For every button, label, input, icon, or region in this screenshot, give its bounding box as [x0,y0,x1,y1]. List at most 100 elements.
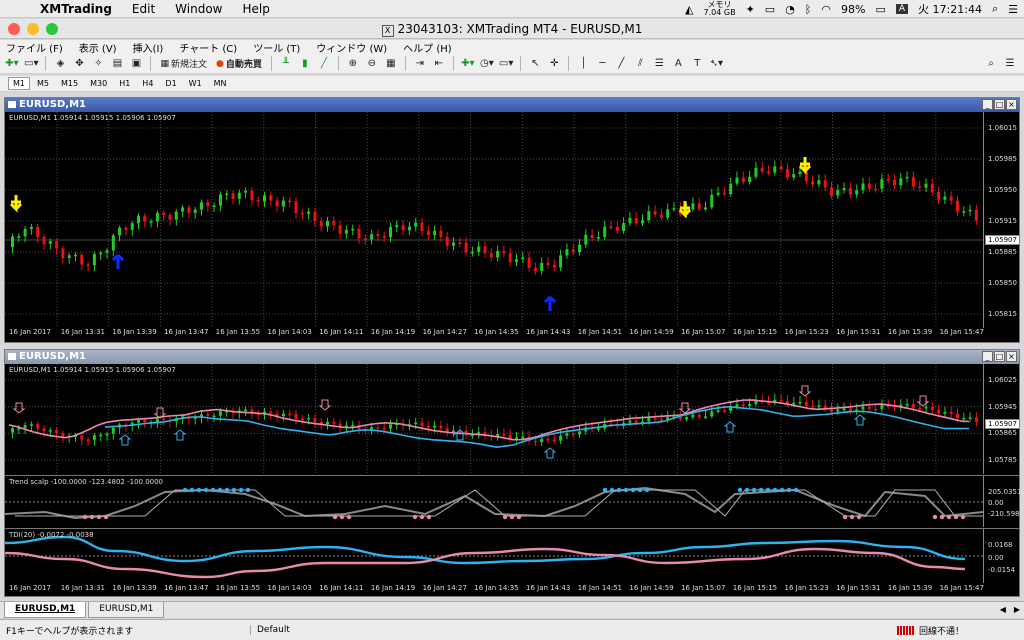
trend-scalp-pane[interactable]: Trend scalp -100.0000 -123.4802 -100.000… [5,475,1024,527]
menu-insert[interactable]: 挿入(I) [133,40,164,55]
tester-icon[interactable]: ▣ [128,56,144,72]
zoom-window-button[interactable] [46,23,58,35]
chart-window-1[interactable]: EURUSD,M1 _ □ × EURUSD,M1 1.05914 1.0591… [4,97,1020,343]
zoom-in-icon[interactable]: ⊕ [345,56,361,72]
auto-scroll-icon[interactable]: ⇥ [412,56,428,72]
minimize-chart-button[interactable]: _ [982,99,993,110]
price-axis: 1.06015 1.05985 1.05950 1.05915 1.05885 1.058… [983,112,1020,328]
tdi-pane[interactable]: TDI(20) -0.0072 -0.0038 0.0168 0.00 -0.015… [5,528,1019,583]
bar-chart-icon[interactable]: ╨ [278,56,294,72]
bluetooth-icon[interactable]: ᛒ [805,3,812,16]
help-icon[interactable]: ☰ [1002,56,1018,72]
chart-window-2[interactable]: EURUSD,M1 _ □ × EURUSD,M1 1.05914 1.0591… [4,349,1024,597]
search-icon[interactable]: ⌕ [983,56,999,72]
list-icon[interactable]: ☰ [1008,3,1018,16]
line-chart-icon[interactable]: ╱ [316,56,332,72]
timeframe-h4[interactable]: H4 [137,77,158,90]
maximize-chart-button[interactable]: □ [994,99,1005,110]
label-icon[interactable]: T [689,56,705,72]
candle-body [426,425,430,428]
dropbox-icon[interactable]: ✦ [746,3,755,16]
vertical-line-icon[interactable]: │ [575,56,591,72]
terminal-icon[interactable]: ▤ [109,56,125,72]
clock-icon[interactable]: ◔ [785,3,795,16]
menu-view[interactable]: 表示 (V) [79,40,117,55]
menu-edit[interactable]: Edit [122,2,165,16]
menu-file[interactable]: ファイル (F) [6,40,63,55]
battery-status[interactable]: 98% [841,3,865,16]
trendline-icon[interactable]: ╱ [613,56,629,72]
minimize-window-button[interactable] [27,23,39,35]
connection-status[interactable]: 回線不通！ [896,624,1024,637]
horizontal-line-icon[interactable]: ─ [594,56,610,72]
timeframe-h1[interactable]: H1 [114,77,135,90]
price-pane-1[interactable]: EURUSD,M1 1.05914 1.05915 1.05906 1.0590… [5,112,1020,328]
chart-tab-2[interactable]: EURUSD,M1 [88,602,165,618]
price-chart-1[interactable] [5,112,983,328]
menu-window[interactable]: Window [165,2,232,16]
tdi-chart[interactable] [5,529,983,584]
tab-scroll-right[interactable]: ▶ [1010,602,1024,618]
search-icon[interactable]: ⌕ [992,2,998,16]
maximize-chart-button[interactable]: □ [994,351,1005,362]
time-label: 16 Jan 14:19 [370,584,416,592]
text-icon[interactable]: A [670,56,686,72]
templates-icon[interactable]: ▭▾ [498,56,514,72]
timeframe-w1[interactable]: W1 [184,77,207,90]
chart-shift-icon[interactable]: ⇤ [431,56,447,72]
monitor-icon[interactable]: ◭ [685,3,693,16]
periods-icon[interactable]: ◷▾ [479,56,495,72]
candle-body [420,222,424,232]
trend-dot-up [196,487,202,493]
new-chart-icon[interactable]: ✚▾ [4,56,20,72]
indicators-icon[interactable]: ✚▾ [460,56,476,72]
close-chart-button[interactable]: × [1006,99,1017,110]
menu-help[interactable]: ヘルプ (H) [403,40,452,55]
close-chart-button[interactable]: × [1006,351,1017,362]
candle-body [741,404,745,407]
timeframe-d1[interactable]: D1 [160,77,181,90]
menu-tools[interactable]: ツール (T) [253,40,300,55]
channel-icon[interactable]: ⫽ [632,56,648,72]
time-label: 16 Jan 2017 [9,328,51,336]
cursor-icon[interactable]: ↖ [527,56,543,72]
price-pane-2[interactable]: EURUSD,M1 1.05914 1.05915 1.05906 1.0590… [5,364,1020,474]
trend-dot-up [751,487,757,493]
arrows-icon[interactable]: ➴▾ [708,56,724,72]
trend-dot-up [786,487,792,493]
wifi-icon[interactable]: ◠ [821,3,831,16]
timeframe-m1[interactable]: M1 [8,77,30,90]
price-chart-2[interactable] [5,364,983,474]
timeframe-m5[interactable]: M5 [32,77,54,90]
memory-widget[interactable]: メモリ 7.04 GB [704,1,736,17]
minimize-chart-button[interactable]: _ [982,351,993,362]
profile-name[interactable]: Default [250,625,370,635]
profiles-icon[interactable]: ▭▾ [23,56,39,72]
navigator-icon[interactable]: ✧ [90,56,106,72]
app-menu[interactable]: XMTrading [30,2,122,16]
zoom-out-icon[interactable]: ⊖ [364,56,380,72]
data-window-icon[interactable]: ✥ [71,56,87,72]
clock[interactable]: 火 17:21:44 [918,1,982,17]
close-window-button[interactable] [8,23,20,35]
candle-body [817,180,821,185]
menu-help[interactable]: Help [233,2,280,16]
new-order-button[interactable]: ▦ 新規注文 [157,56,210,72]
timeframe-mn[interactable]: MN [209,77,232,90]
chart-tab-1[interactable]: EURUSD,M1 [4,602,87,618]
input-source[interactable]: A [895,4,909,14]
tile-windows-icon[interactable]: ▦ [383,56,399,72]
crosshair-icon[interactable]: ✛ [546,56,562,72]
timeframe-m15[interactable]: M15 [56,77,83,90]
candle-chart-icon[interactable]: ▮ [297,56,313,72]
menu-window[interactable]: ウィンドウ (W) [316,40,387,55]
tab-scroll-left[interactable]: ◀ [996,602,1010,618]
candle-body [735,177,739,184]
timeframe-m30[interactable]: M30 [85,77,112,90]
airplay-icon[interactable]: ▭ [765,3,775,16]
market-watch-icon[interactable]: ◈ [52,56,68,72]
menu-chart[interactable]: チャート (C) [179,40,237,55]
fibonacci-icon[interactable]: ☰ [651,56,667,72]
trend-dot-up [630,487,636,493]
auto-trade-button[interactable]: ● 自動売買 [213,56,265,72]
